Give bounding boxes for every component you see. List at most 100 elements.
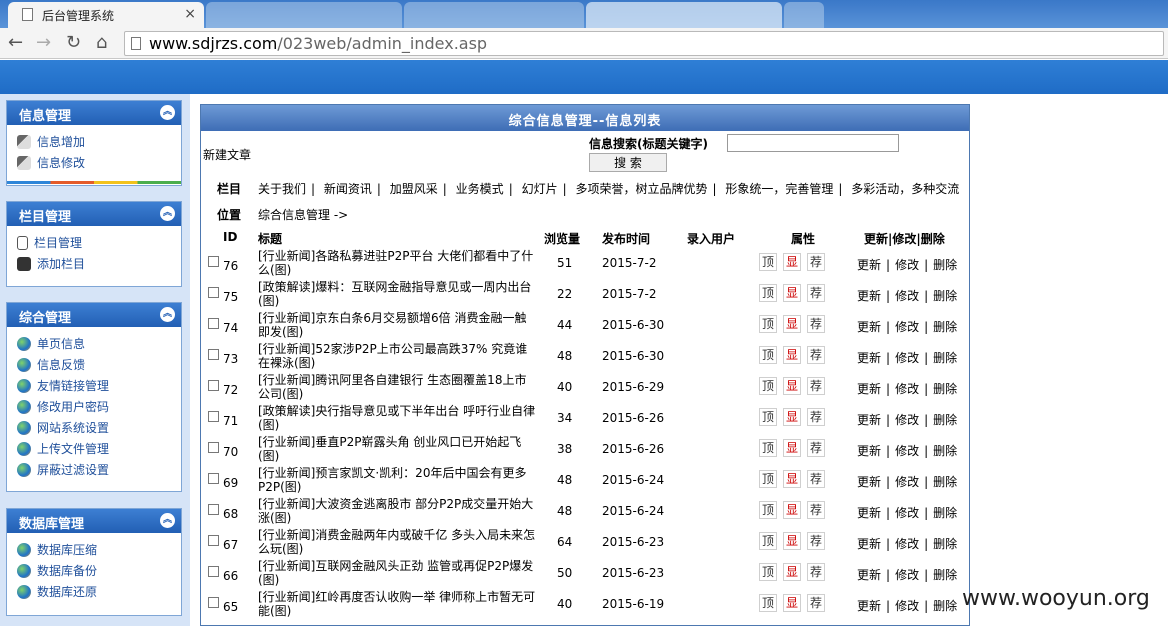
edit-link[interactable]: 修改 [895, 568, 919, 582]
row-title-link[interactable]: [政策解读]央行指导意见或下半年出台 呼吁行业自律(图) [258, 404, 538, 432]
menu-item-links[interactable]: 友情链接管理 [17, 375, 181, 396]
delete-link[interactable]: 删除 [933, 351, 957, 365]
attr-show-button[interactable]: 显 [783, 253, 801, 271]
menu-item-change-password[interactable]: 修改用户密码 [17, 396, 181, 417]
row-checkbox[interactable] [208, 504, 219, 515]
menu-item-add-column[interactable]: 添加栏目 [17, 253, 181, 274]
search-input[interactable] [727, 134, 899, 152]
attr-show-button[interactable]: 显 [783, 501, 801, 519]
menu-item-column-manage[interactable]: 栏目管理 [17, 232, 181, 253]
row-checkbox[interactable] [208, 349, 219, 360]
panel-title[interactable]: 综合管理 ︽ [7, 303, 181, 327]
attr-top-button[interactable]: 顶 [759, 470, 777, 488]
row-title-link[interactable]: [行业新闻]消费金融两年内或破千亿 多头入局未来怎么玩(图) [258, 528, 538, 556]
edit-link[interactable]: 修改 [895, 599, 919, 613]
attr-recommend-button[interactable]: 荐 [807, 346, 825, 364]
row-checkbox[interactable] [208, 442, 219, 453]
delete-link[interactable]: 删除 [933, 413, 957, 427]
edit-link[interactable]: 修改 [895, 258, 919, 272]
attr-show-button[interactable]: 显 [783, 532, 801, 550]
row-title-link[interactable]: [行业新闻]红岭再度否认收购一举 律师称上市暂无可能(图) [258, 590, 538, 618]
menu-item-db-backup[interactable]: 数据库备份 [17, 560, 181, 581]
menu-item-single-page[interactable]: 单页信息 [17, 333, 181, 354]
collapse-icon[interactable]: ︽ [160, 307, 175, 322]
row-checkbox[interactable] [208, 256, 219, 267]
update-link[interactable]: 更新 [857, 351, 881, 365]
row-checkbox[interactable] [208, 597, 219, 608]
row-checkbox[interactable] [208, 473, 219, 484]
update-link[interactable]: 更新 [857, 258, 881, 272]
delete-link[interactable]: 删除 [933, 258, 957, 272]
forward-arrow-icon[interactable]: → [36, 32, 51, 53]
row-checkbox[interactable] [208, 287, 219, 298]
attr-top-button[interactable]: 顶 [759, 532, 777, 550]
collapse-icon[interactable]: ︽ [160, 206, 175, 221]
category-link[interactable]: 多项荣誉，树立品牌优势 [575, 182, 707, 196]
menu-item-site-settings[interactable]: 网站系统设置 [17, 417, 181, 438]
attr-top-button[interactable]: 顶 [759, 501, 777, 519]
row-title-link[interactable]: [行业新闻]预言家凯文·凯利：20年后中国会有更多P2P(图) [258, 466, 538, 494]
attr-top-button[interactable]: 顶 [759, 284, 777, 302]
update-link[interactable]: 更新 [857, 382, 881, 396]
attr-show-button[interactable]: 显 [783, 346, 801, 364]
attr-recommend-button[interactable]: 荐 [807, 315, 825, 333]
attr-show-button[interactable]: 显 [783, 594, 801, 612]
collapse-icon[interactable]: ︽ [160, 105, 175, 120]
menu-item-filter-settings[interactable]: 屏蔽过滤设置 [17, 459, 181, 480]
row-checkbox[interactable] [208, 380, 219, 391]
delete-link[interactable]: 删除 [933, 537, 957, 551]
delete-link[interactable]: 删除 [933, 320, 957, 334]
update-link[interactable]: 更新 [857, 413, 881, 427]
new-article-link[interactable]: 新建文章 [203, 146, 251, 163]
tab-inactive[interactable] [586, 2, 782, 28]
edit-link[interactable]: 修改 [895, 475, 919, 489]
update-link[interactable]: 更新 [857, 568, 881, 582]
menu-item-upload-files[interactable]: 上传文件管理 [17, 438, 181, 459]
update-link[interactable]: 更新 [857, 475, 881, 489]
edit-link[interactable]: 修改 [895, 444, 919, 458]
back-arrow-icon[interactable]: ← [8, 32, 23, 53]
row-title-link[interactable]: [行业新闻]52家涉P2P上市公司最高跌37% 究竟谁在裸泳(图) [258, 342, 538, 370]
home-icon[interactable]: ⌂ [96, 32, 107, 53]
attr-show-button[interactable]: 显 [783, 284, 801, 302]
tab-new[interactable] [784, 2, 824, 28]
attr-recommend-button[interactable]: 荐 [807, 284, 825, 302]
category-link[interactable]: 关于我们 [258, 182, 306, 196]
edit-link[interactable]: 修改 [895, 413, 919, 427]
edit-link[interactable]: 修改 [895, 351, 919, 365]
attr-top-button[interactable]: 顶 [759, 253, 777, 271]
delete-link[interactable]: 删除 [933, 506, 957, 520]
attr-recommend-button[interactable]: 荐 [807, 408, 825, 426]
update-link[interactable]: 更新 [857, 599, 881, 613]
attr-recommend-button[interactable]: 荐 [807, 532, 825, 550]
row-title-link[interactable]: [行业新闻]垂直P2P崭露头角 创业风口已开始起飞(图) [258, 435, 538, 463]
close-icon[interactable]: × [184, 6, 196, 22]
attr-show-button[interactable]: 显 [783, 315, 801, 333]
panel-title[interactable]: 栏目管理 ︽ [7, 202, 181, 226]
edit-link[interactable]: 修改 [895, 506, 919, 520]
category-link[interactable]: 加盟风采 [390, 182, 438, 196]
row-title-link[interactable]: [行业新闻]大波资金逃离股市 部分P2P成交量开始大涨(图) [258, 497, 538, 525]
attr-recommend-button[interactable]: 荐 [807, 470, 825, 488]
tab-inactive[interactable] [206, 2, 402, 28]
row-title-link[interactable]: [行业新闻]腾讯阿里各自建银行 生态圈覆盖18上市公司(图) [258, 373, 538, 401]
menu-item-db-compress[interactable]: 数据库压缩 [17, 539, 181, 560]
tab-active[interactable]: 后台管理系统 × [8, 2, 204, 28]
edit-link[interactable]: 修改 [895, 320, 919, 334]
row-checkbox[interactable] [208, 411, 219, 422]
delete-link[interactable]: 删除 [933, 475, 957, 489]
attr-recommend-button[interactable]: 荐 [807, 563, 825, 581]
attr-top-button[interactable]: 顶 [759, 594, 777, 612]
delete-link[interactable]: 删除 [933, 568, 957, 582]
row-checkbox[interactable] [208, 535, 219, 546]
url-input[interactable]: www.sdjrzs.com/023web/admin_index.asp [124, 31, 1164, 56]
category-link[interactable]: 业务模式 [456, 182, 504, 196]
category-link[interactable]: 多彩活动，多种交流 [851, 182, 959, 196]
attr-top-button[interactable]: 顶 [759, 563, 777, 581]
row-title-link[interactable]: [行业新闻]互联网金融风头正劲 监管或再促P2P爆发(图) [258, 559, 538, 587]
category-link[interactable]: 形象统一，完善管理 [725, 182, 833, 196]
menu-item-edit-info[interactable]: 信息修改 [17, 152, 181, 173]
update-link[interactable]: 更新 [857, 506, 881, 520]
edit-link[interactable]: 修改 [895, 537, 919, 551]
attr-show-button[interactable]: 显 [783, 439, 801, 457]
